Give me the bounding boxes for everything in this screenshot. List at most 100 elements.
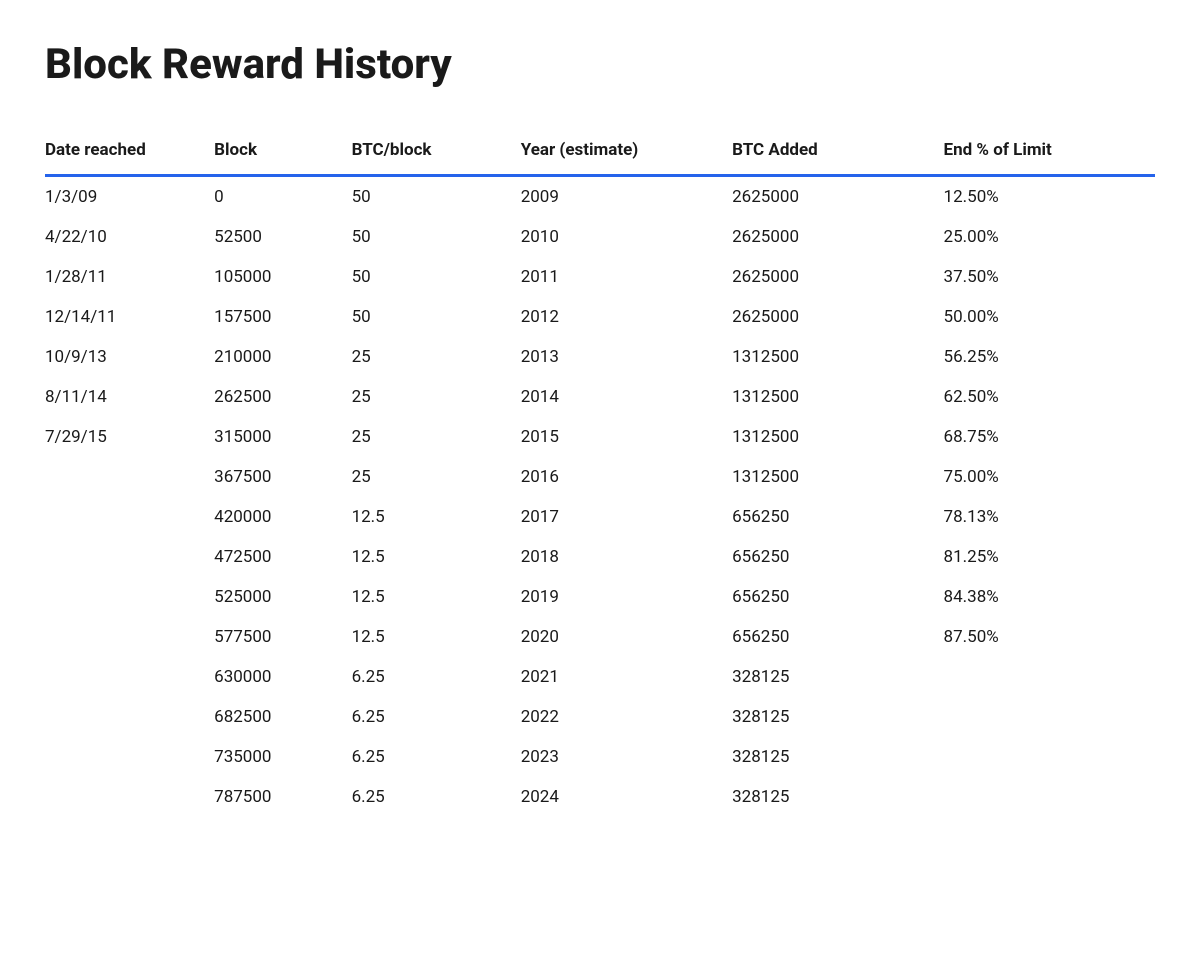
cell-btcblock: 6.25: [352, 697, 521, 737]
cell-year: 2013: [521, 337, 732, 377]
cell-btcadded: 2625000: [732, 176, 943, 218]
header-btcblock: BTC/block: [352, 130, 521, 176]
cell-date: 7/29/15: [45, 417, 214, 457]
cell-btcadded: 2625000: [732, 217, 943, 257]
cell-year: 2011: [521, 257, 732, 297]
cell-year: 2020: [521, 617, 732, 657]
cell-date: [45, 457, 214, 497]
table-row: 6825006.252022328125: [45, 697, 1155, 737]
table-row: 7350006.252023328125: [45, 737, 1155, 777]
cell-btcblock: 6.25: [352, 737, 521, 777]
cell-block: 420000: [214, 497, 351, 537]
cell-btcblock: 12.5: [352, 537, 521, 577]
table-row: 8/11/14262500252014131250062.50%: [45, 377, 1155, 417]
cell-date: [45, 737, 214, 777]
cell-year: 2014: [521, 377, 732, 417]
cell-btcblock: 50: [352, 297, 521, 337]
cell-btcadded: 1312500: [732, 417, 943, 457]
cell-endlimit: 81.25%: [944, 537, 1155, 577]
cell-date: [45, 657, 214, 697]
cell-year: 2010: [521, 217, 732, 257]
cell-endlimit: [944, 657, 1155, 697]
cell-btcadded: 656250: [732, 617, 943, 657]
cell-date: 10/9/13: [45, 337, 214, 377]
cell-btcblock: 12.5: [352, 577, 521, 617]
cell-year: 2017: [521, 497, 732, 537]
cell-year: 2012: [521, 297, 732, 337]
header-date: Date reached: [45, 130, 214, 176]
cell-endlimit: 50.00%: [944, 297, 1155, 337]
cell-btcadded: 1312500: [732, 337, 943, 377]
cell-endlimit: [944, 737, 1155, 777]
cell-year: 2023: [521, 737, 732, 777]
cell-date: [45, 697, 214, 737]
cell-date: [45, 777, 214, 817]
cell-year: 2019: [521, 577, 732, 617]
cell-year: 2018: [521, 537, 732, 577]
cell-endlimit: [944, 777, 1155, 817]
header-endlimit: End % of Limit: [944, 130, 1155, 176]
page-title: Block Reward History: [45, 40, 1155, 90]
cell-btcblock: 25: [352, 377, 521, 417]
cell-btcblock: 6.25: [352, 657, 521, 697]
header-btcadded: BTC Added: [732, 130, 943, 176]
table-container: Date reached Block BTC/block Year (estim…: [45, 130, 1155, 817]
cell-btcadded: 656250: [732, 497, 943, 537]
cell-date: 8/11/14: [45, 377, 214, 417]
cell-btcblock: 50: [352, 217, 521, 257]
cell-btcadded: 656250: [732, 537, 943, 577]
table-header-row: Date reached Block BTC/block Year (estim…: [45, 130, 1155, 176]
cell-block: 525000: [214, 577, 351, 617]
cell-block: 210000: [214, 337, 351, 377]
cell-endlimit: 56.25%: [944, 337, 1155, 377]
table-row: 7875006.252024328125: [45, 777, 1155, 817]
cell-date: [45, 537, 214, 577]
cell-date: [45, 617, 214, 657]
cell-btcblock: 6.25: [352, 777, 521, 817]
cell-endlimit: 87.50%: [944, 617, 1155, 657]
cell-btcadded: 1312500: [732, 457, 943, 497]
cell-btcadded: 328125: [732, 777, 943, 817]
cell-block: 367500: [214, 457, 351, 497]
cell-year: 2022: [521, 697, 732, 737]
cell-endlimit: 12.50%: [944, 176, 1155, 218]
table-row: 47250012.5201865625081.25%: [45, 537, 1155, 577]
cell-block: 577500: [214, 617, 351, 657]
cell-btcadded: 1312500: [732, 377, 943, 417]
cell-date: 12/14/11: [45, 297, 214, 337]
header-block: Block: [214, 130, 351, 176]
header-year: Year (estimate): [521, 130, 732, 176]
cell-btcblock: 25: [352, 337, 521, 377]
cell-block: 682500: [214, 697, 351, 737]
cell-block: 787500: [214, 777, 351, 817]
block-reward-table: Date reached Block BTC/block Year (estim…: [45, 130, 1155, 817]
cell-endlimit: 62.50%: [944, 377, 1155, 417]
cell-endlimit: 68.75%: [944, 417, 1155, 457]
cell-endlimit: [944, 697, 1155, 737]
cell-btcblock: 50: [352, 176, 521, 218]
cell-btcblock: 50: [352, 257, 521, 297]
cell-year: 2024: [521, 777, 732, 817]
cell-year: 2016: [521, 457, 732, 497]
cell-btcadded: 2625000: [732, 297, 943, 337]
cell-btcadded: 2625000: [732, 257, 943, 297]
cell-date: [45, 497, 214, 537]
cell-endlimit: 25.00%: [944, 217, 1155, 257]
cell-btcadded: 328125: [732, 657, 943, 697]
table-row: 4/22/1052500502010262500025.00%: [45, 217, 1155, 257]
cell-btcadded: 328125: [732, 737, 943, 777]
table-row: 6300006.252021328125: [45, 657, 1155, 697]
cell-block: 52500: [214, 217, 351, 257]
table-row: 57750012.5202065625087.50%: [45, 617, 1155, 657]
cell-block: 735000: [214, 737, 351, 777]
table-row: 10/9/13210000252013131250056.25%: [45, 337, 1155, 377]
cell-block: 105000: [214, 257, 351, 297]
cell-block: 157500: [214, 297, 351, 337]
cell-block: 630000: [214, 657, 351, 697]
table-row: 42000012.5201765625078.13%: [45, 497, 1155, 537]
table-row: 52500012.5201965625084.38%: [45, 577, 1155, 617]
cell-btcblock: 25: [352, 417, 521, 457]
table-row: 367500252016131250075.00%: [45, 457, 1155, 497]
table-row: 12/14/11157500502012262500050.00%: [45, 297, 1155, 337]
table-row: 7/29/15315000252015131250068.75%: [45, 417, 1155, 457]
